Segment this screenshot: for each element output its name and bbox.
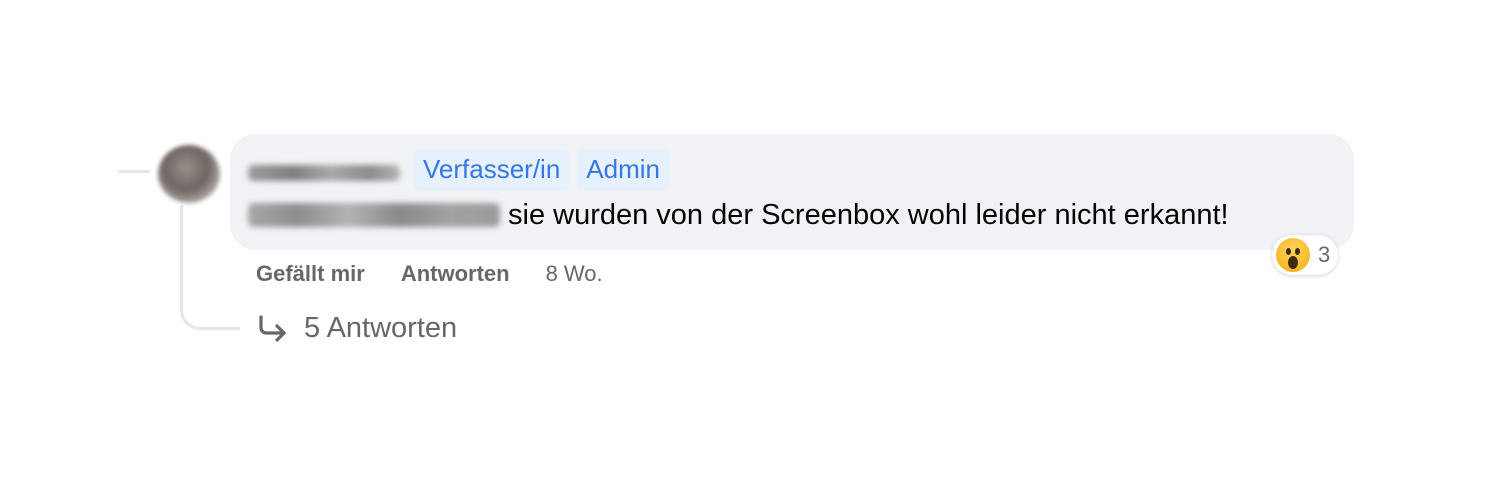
comment-actions: Gefällt mir Antworten 8 Wo. (256, 258, 603, 290)
reply-arrow-icon (259, 315, 286, 342)
reaction-summary[interactable]: 3 (1272, 235, 1339, 275)
wow-emoji-icon (1276, 238, 1310, 272)
view-replies-button[interactable]: 5 Antworten (256, 308, 457, 348)
like-button[interactable]: Gefällt mir (256, 261, 365, 287)
replies-count-label: 5 Antworten (304, 311, 458, 344)
comment-timestamp[interactable]: 8 Wo. (546, 261, 603, 287)
avatar[interactable] (158, 145, 220, 203)
author-name-redacted[interactable] (248, 165, 400, 181)
admin-badge: Admin (577, 149, 669, 191)
reaction-count: 3 (1318, 242, 1331, 267)
comment-body: sie wurden von der Screenbox wohl leider… (248, 196, 1229, 234)
mention-redacted[interactable] (248, 203, 500, 227)
comment-author-row: Verfasser/in Admin (248, 149, 677, 191)
comment-text: sie wurden von der Screenbox wohl leider… (508, 198, 1229, 231)
author-badge: Verfasser/in (414, 149, 570, 191)
reply-button[interactable]: Antworten (401, 261, 510, 287)
thread-connector-line (118, 170, 150, 173)
comment-thread: Verfasser/in Admin sie wurden von der Sc… (0, 0, 1500, 500)
